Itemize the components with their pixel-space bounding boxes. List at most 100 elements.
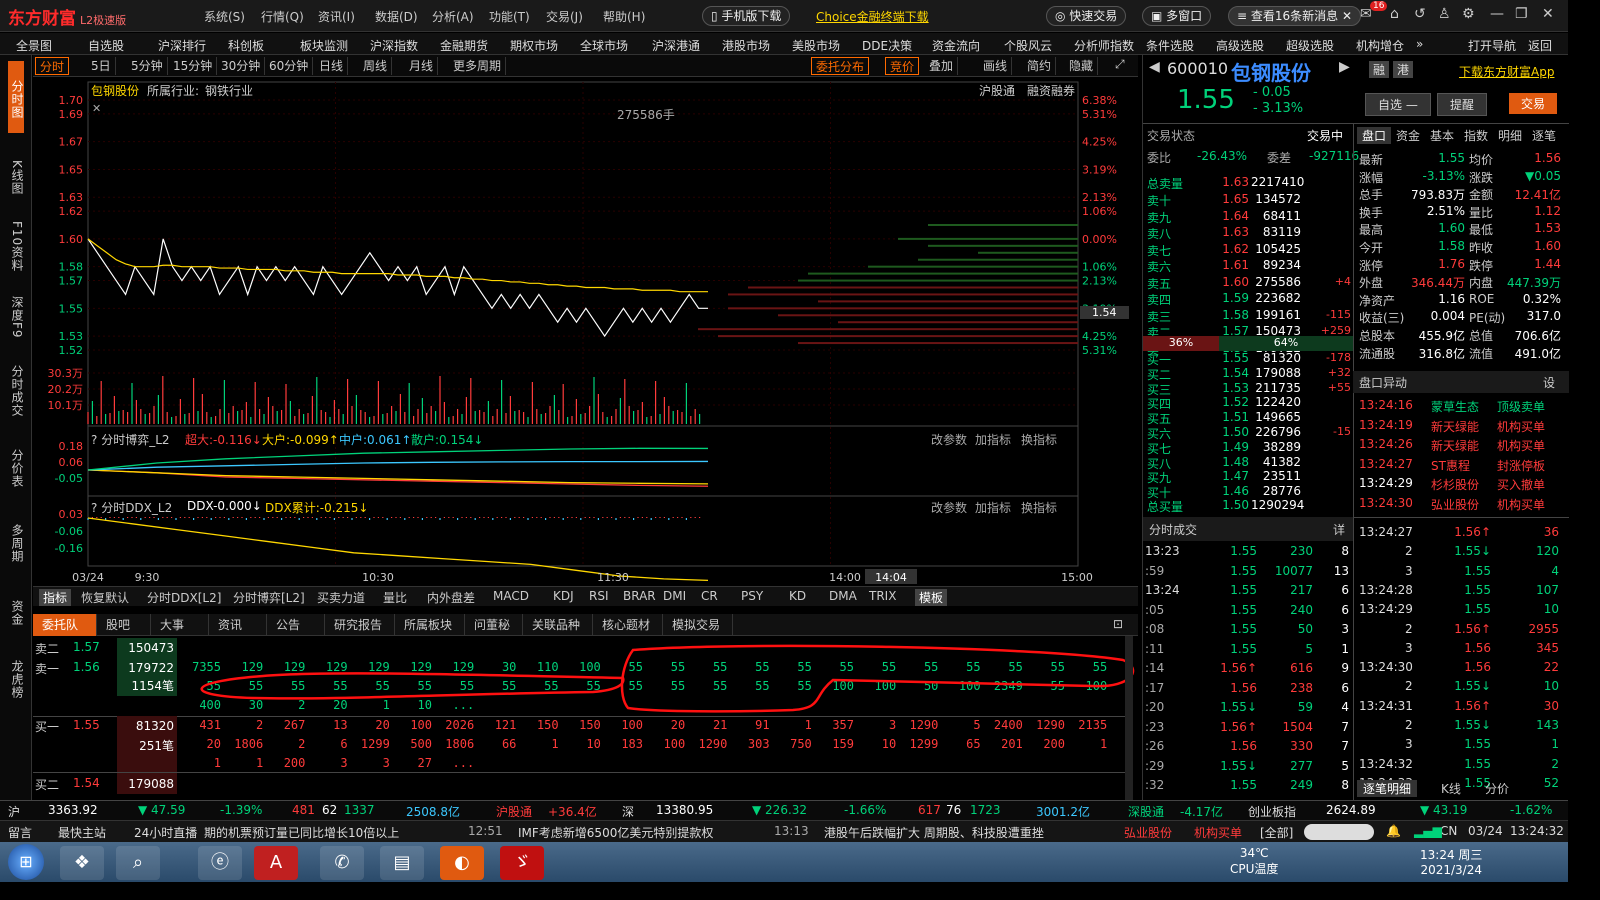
mobile-download-button[interactable]: ▯ 手机版下载 bbox=[702, 6, 791, 26]
chart-tool-button[interactable]: 简约 bbox=[1023, 57, 1057, 75]
info-tab[interactable]: 基本 bbox=[1425, 127, 1459, 144]
leftbar-tab[interactable]: 多周期 bbox=[8, 507, 24, 575]
indicator-tab[interactable]: 恢复默认 bbox=[81, 589, 129, 606]
news-left2[interactable]: 最快主站 bbox=[58, 824, 106, 841]
nav-item[interactable]: » bbox=[1416, 37, 1423, 51]
nav-item[interactable]: 金融期货 bbox=[440, 37, 488, 54]
ddx-add-link[interactable]: 加指标 bbox=[975, 499, 1011, 516]
orderbook-price[interactable]: 1.46 bbox=[1207, 484, 1249, 498]
orderbook-price[interactable]: 1.50 bbox=[1207, 425, 1249, 439]
orderbook-price[interactable]: 1.55 bbox=[1207, 351, 1249, 365]
trades-detail-button[interactable]: 详 bbox=[1333, 521, 1345, 538]
fullscreen-icon[interactable]: ⤢ bbox=[1115, 57, 1125, 72]
info-tab[interactable]: 指数 bbox=[1459, 127, 1493, 144]
news-alert-stock[interactable]: 弘业股份 bbox=[1124, 824, 1172, 841]
indicator-tab[interactable]: PSY bbox=[741, 589, 763, 603]
download-app-link[interactable]: 下载东方财富App bbox=[1459, 63, 1554, 80]
taskbar-trader-icon[interactable]: ゞ bbox=[500, 846, 544, 880]
settings-icon[interactable]: ⚙ bbox=[1462, 6, 1475, 22]
bell-icon[interactable]: 🔔 bbox=[1386, 824, 1401, 838]
choice-download-link[interactable]: Choice金融终端下载 bbox=[816, 8, 929, 25]
orderbook-price[interactable]: 1.61 bbox=[1207, 258, 1249, 272]
queue-tab[interactable]: 所属板块 bbox=[395, 614, 465, 636]
game-swap-link[interactable]: 换指标 bbox=[1021, 431, 1057, 448]
orderbook-price[interactable]: 1.54 bbox=[1207, 366, 1249, 380]
period-tab[interactable]: 月线 bbox=[405, 57, 439, 75]
taskbar-wechat-icon[interactable]: ✆ bbox=[320, 846, 364, 880]
margin-link[interactable]: 融资融券 bbox=[1027, 82, 1075, 99]
orderbook-price[interactable]: 1.65 bbox=[1207, 192, 1249, 206]
detail-tab[interactable]: 逐笔明细 bbox=[1357, 780, 1418, 797]
messages-button[interactable]: ≡ 查看16条新消息 ✕ bbox=[1228, 6, 1362, 26]
menu-item[interactable]: 数据(D) bbox=[375, 8, 418, 25]
restore-icon[interactable]: ❐ bbox=[1515, 6, 1528, 22]
orderbook-price[interactable]: 1.49 bbox=[1207, 440, 1249, 454]
leftbar-tab[interactable]: 深度F9 bbox=[8, 283, 24, 347]
indicator-tab[interactable]: TRIX bbox=[869, 589, 896, 603]
indicator-tab[interactable]: RSI bbox=[589, 589, 609, 603]
queue-tab[interactable]: 公告 bbox=[267, 614, 325, 636]
period-tab[interactable]: 周线 bbox=[359, 57, 393, 75]
nav-item[interactable]: 打开导航 bbox=[1468, 37, 1516, 54]
nav-item[interactable]: 全球市场 bbox=[580, 37, 628, 54]
leftbar-tab[interactable]: K线图 bbox=[8, 143, 24, 207]
orderbook-price[interactable]: 1.53 bbox=[1207, 381, 1249, 395]
nav-item[interactable]: 沪深指数 bbox=[370, 37, 418, 54]
queue-tab[interactable]: 股吧 bbox=[97, 614, 151, 636]
nav-item[interactable]: 高级选股 bbox=[1216, 37, 1264, 54]
indicator-tab[interactable]: MACD bbox=[493, 589, 529, 603]
news-live[interactable]: 24小时直播 bbox=[134, 824, 197, 841]
home-icon[interactable]: ⌂ bbox=[1390, 6, 1399, 22]
nav-item[interactable]: 分析师指数 bbox=[1074, 37, 1134, 54]
news-scope[interactable]: [全部] bbox=[1260, 824, 1293, 841]
queue-tab[interactable]: 大事 bbox=[151, 614, 209, 636]
leftbar-tab[interactable]: 资金 bbox=[8, 581, 24, 641]
chart-tool-button[interactable]: 隐藏 bbox=[1065, 57, 1099, 75]
chart-tool-button[interactable]: 叠加 bbox=[925, 57, 959, 75]
industry-value[interactable]: 钢铁行业 bbox=[205, 82, 253, 99]
info-tab[interactable]: 资金 bbox=[1391, 127, 1425, 144]
chart-tool-button[interactable]: 竞价 bbox=[885, 57, 920, 75]
info-tab[interactable]: 盘口 bbox=[1357, 127, 1391, 144]
indicator-tab[interactable]: 模板 bbox=[915, 589, 948, 606]
chart-tool-button[interactable]: 委托分布 bbox=[811, 57, 870, 75]
orderbook-price[interactable]: 1.63 bbox=[1207, 175, 1249, 189]
close-icon[interactable]: ✕ bbox=[1542, 6, 1554, 22]
orderbook-price[interactable]: 1.62 bbox=[1207, 242, 1249, 256]
minimize-icon[interactable]: — bbox=[1490, 6, 1504, 22]
orderbook-price[interactable]: 1.63 bbox=[1207, 225, 1249, 239]
queue-tab[interactable]: 研究报告 bbox=[325, 614, 395, 636]
alert-stock[interactable]: ST惠程 bbox=[1431, 457, 1470, 474]
menu-item[interactable]: 帮助(H) bbox=[603, 8, 645, 25]
taskbar-search-icon[interactable]: ⌕ bbox=[116, 846, 160, 880]
news-n3[interactable]: 港股午后跌幅扩大 周期股、科技股遭重挫 bbox=[824, 824, 1044, 841]
queue-scrollbar[interactable] bbox=[1125, 636, 1133, 800]
indicator-tab[interactable]: 量比 bbox=[383, 589, 407, 606]
news-n2[interactable]: IMF考虑新增6500亿美元特别提款权 bbox=[518, 824, 713, 841]
orderbook-price[interactable]: 1.64 bbox=[1207, 209, 1249, 223]
queue-tab[interactable]: 问董秘 bbox=[465, 614, 523, 636]
indicator-tab[interactable]: 指标 bbox=[39, 589, 72, 606]
period-tab[interactable]: 30分钟 bbox=[217, 57, 266, 75]
nav-item[interactable]: 港股市场 bbox=[722, 37, 770, 54]
alert-button[interactable]: 提醒 bbox=[1437, 93, 1488, 116]
expand-icon[interactable]: ⊡ bbox=[1113, 617, 1123, 631]
leftbar-tab[interactable]: F10资料 bbox=[8, 213, 24, 277]
indicator-tab[interactable]: 分时DDX[L2] bbox=[147, 589, 221, 606]
orderbook-price[interactable]: 1.50 bbox=[1207, 498, 1249, 512]
indicator-tab[interactable]: KD bbox=[789, 589, 806, 603]
trade-button[interactable]: 交易 bbox=[1509, 93, 1558, 114]
indicator-tab[interactable]: CR bbox=[701, 589, 718, 603]
nav-item[interactable]: 科创板 bbox=[228, 37, 264, 54]
taskbar-browser-icon[interactable]: ⓔ bbox=[198, 846, 242, 880]
orderbook-price[interactable]: 1.52 bbox=[1207, 395, 1249, 409]
alert-stock[interactable]: 新天绿能 bbox=[1431, 437, 1479, 454]
queue-tab[interactable]: 核心题材 bbox=[593, 614, 663, 636]
leftbar-tab[interactable]: 分价表 bbox=[8, 431, 24, 501]
nav-item[interactable]: 沪深港通 bbox=[652, 37, 700, 54]
queue-tab[interactable]: 资讯 bbox=[209, 614, 267, 636]
multi-window-button[interactable]: ▣ 多窗口 bbox=[1142, 6, 1212, 26]
taskbar-eastmoney-icon[interactable]: ◐ bbox=[440, 846, 484, 880]
alert-stock[interactable]: 新天绿能 bbox=[1431, 418, 1479, 435]
alert-stock[interactable]: 蒙草生态 bbox=[1431, 398, 1479, 415]
